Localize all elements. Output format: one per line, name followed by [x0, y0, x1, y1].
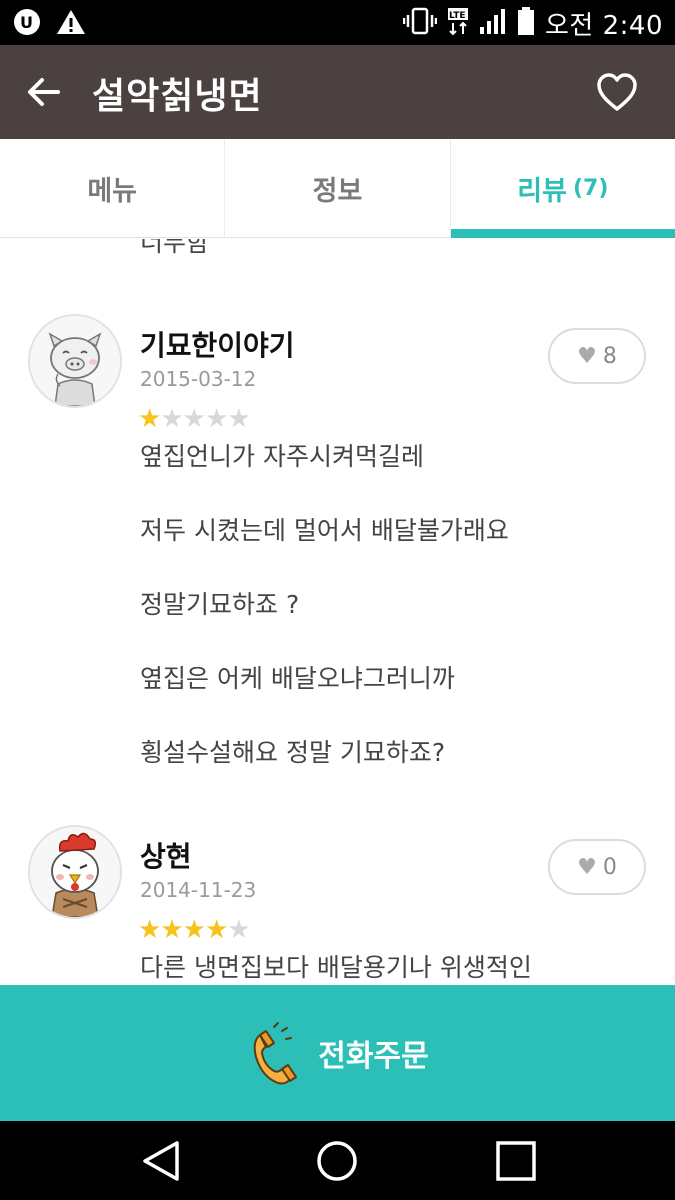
review-line: 옆집은 어케 배달오냐그러니까 [140, 664, 455, 693]
star-icon: ★ [204, 915, 228, 945]
like-count: 8 [602, 343, 617, 369]
app-bar: 설악칡냉면 [0, 45, 675, 139]
tab-menu[interactable]: 메뉴 [0, 139, 224, 237]
tab-reviews-count: (7) [572, 175, 609, 201]
like-button[interactable]: ♥ 8 [548, 328, 646, 384]
page-title: 설악칡냉면 [92, 76, 263, 117]
svg-text:U: U [20, 13, 33, 32]
star-icon: ★ [182, 404, 206, 434]
nav-back-button[interactable] [139, 1139, 183, 1183]
recents-square-icon [496, 1141, 536, 1181]
heart-outline-icon [597, 73, 637, 111]
star-icon: ★ [160, 915, 183, 945]
avatar[interactable] [28, 825, 122, 919]
tab-bar: 메뉴 정보 리뷰 (7) [0, 139, 675, 238]
star-icon: ★ [138, 915, 161, 945]
star-icon: ★ [138, 404, 161, 434]
back-button[interactable] [22, 70, 66, 114]
tab-menu-label: 메뉴 [87, 175, 137, 207]
review-line: 다른 냉면집보다 배달용기나 위생적인 [140, 953, 532, 982]
phone-order-label: 전화주문 [318, 1039, 429, 1074]
star-icon: ★ [227, 404, 250, 434]
phone-order-button[interactable]: 전화주문 [0, 985, 675, 1121]
tab-info-label: 정보 [312, 175, 363, 207]
vibrate-icon [402, 6, 438, 42]
star-icon: ★ [204, 404, 228, 434]
home-circle-icon [317, 1141, 357, 1181]
like-button[interactable]: ♥ 0 [548, 839, 646, 895]
like-count: 0 [602, 854, 617, 880]
review-date: 2015-03-12 [140, 367, 257, 391]
favorite-button[interactable] [595, 71, 639, 115]
tab-reviews-label: 리뷰 [517, 175, 567, 207]
review-line: 횡설수설해요 정말 기묘하죠? [140, 738, 446, 767]
back-triangle-icon [143, 1141, 179, 1181]
battery-icon [517, 6, 535, 42]
nav-home-button[interactable] [315, 1139, 359, 1183]
star-icon: ★ [227, 915, 250, 945]
tab-info[interactable]: 정보 [224, 139, 449, 237]
arrow-left-icon [28, 78, 60, 106]
star-rating: ★ ★ ★ ★ ★ [138, 915, 251, 945]
reviewer-name[interactable]: 기묘한이야기 [140, 324, 295, 364]
heart-icon: ♥ [577, 854, 597, 880]
star-icon: ★ [182, 915, 206, 945]
status-time: 오전 2:40 [545, 11, 663, 41]
signal-icon [479, 7, 507, 41]
system-nav-bar [0, 1121, 675, 1200]
heart-icon: ♥ [577, 343, 597, 369]
review-text: 다른 냉면집보다 배달용기나 위생적인 [140, 953, 640, 985]
star-rating: ★ ★ ★ ★ ★ [138, 404, 251, 434]
lte-icon: LTE [447, 6, 469, 42]
tab-reviews[interactable]: 리뷰 (7) [449, 139, 675, 238]
review-text: 옆집언니가 자주시켜먹길레 저두 시켰는데 멀어서 배달불가래요 정말기묘하죠 … [140, 442, 640, 812]
review-list[interactable]: 너무함 기묘한이야기 2015-03-12 ♥ 8 ★ ★ ★ ★ ★ 옆집언니… [0, 239, 675, 985]
phone-handset-icon [253, 1022, 298, 1085]
avatar[interactable] [28, 314, 122, 408]
nav-recents-button[interactable] [494, 1139, 538, 1183]
chicken-avatar-icon [30, 827, 120, 917]
review-line: 정말기묘하죠 ? [140, 590, 300, 619]
warning-icon [56, 8, 86, 40]
reviewer-name[interactable]: 상현 [140, 835, 192, 875]
status-bar: U LTE 오전 2:40 [0, 0, 675, 45]
review-line: 저두 시켰는데 멀어서 배달불가래요 [140, 516, 509, 545]
review-line: 옆집언니가 자주시켜먹길레 [140, 442, 424, 471]
u-plus-logo-icon: U [12, 7, 42, 41]
star-icon: ★ [160, 404, 183, 434]
pig-avatar-icon [30, 316, 120, 406]
review-date: 2014-11-23 [140, 878, 257, 902]
lte-label: LTE [449, 11, 466, 21]
previous-review-tail: 너무함 [140, 239, 210, 257]
